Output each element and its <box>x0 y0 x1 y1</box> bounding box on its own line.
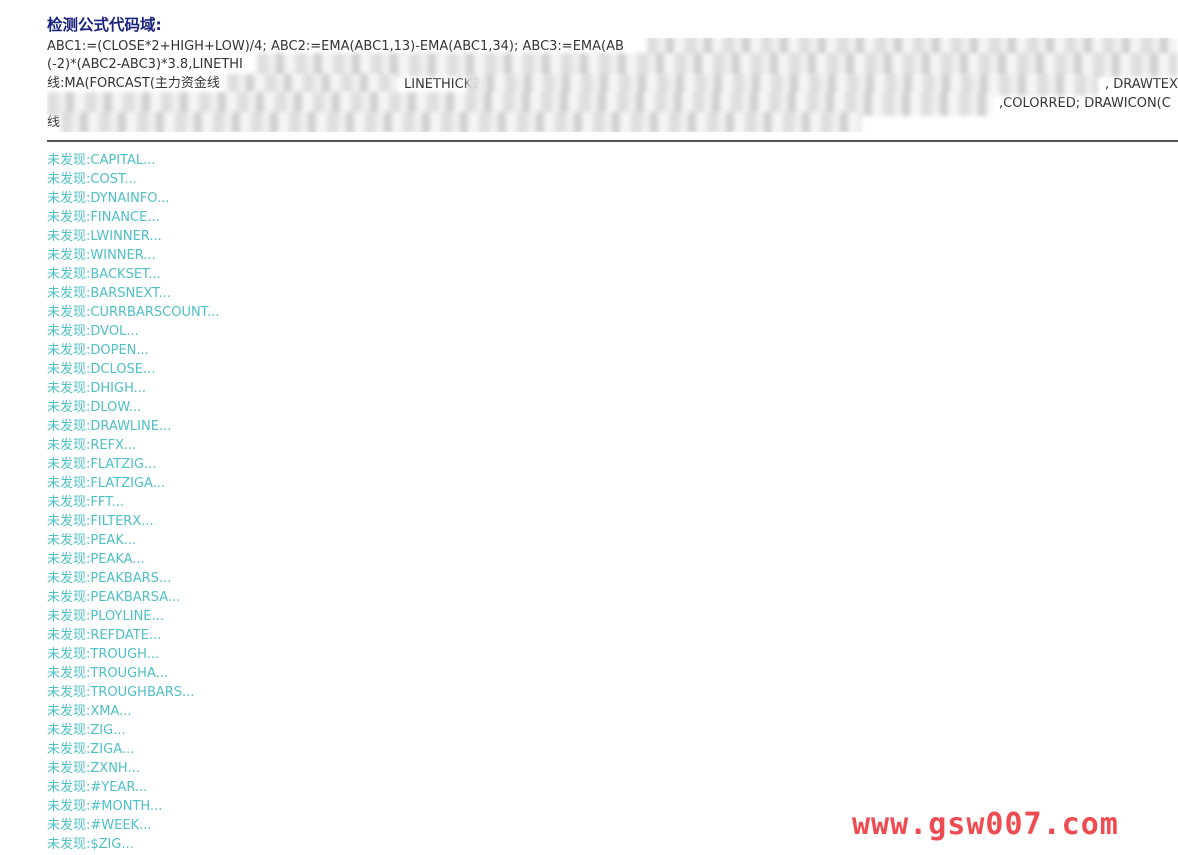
result-item: 未发现:TROUGH... <box>47 647 160 662</box>
result-item: 未发现:REFDATE... <box>47 628 162 643</box>
result-item: 未发现:BARSNEXT... <box>47 286 171 301</box>
result-item: 未发现:CURRBARSCOUNT... <box>47 305 220 320</box>
result-item: 未发现:BACKSET... <box>47 267 161 282</box>
result-item: 未发现:PLOYLINE... <box>47 609 164 624</box>
result-item: 未发现:ZXNH... <box>47 761 140 776</box>
result-item: 未发现:DVOL... <box>47 324 139 339</box>
result-item: 未发现:PEAK... <box>47 533 137 548</box>
code-line: , DRAWTEXT <box>1105 77 1178 92</box>
result-item: 未发现:#WEEK... <box>47 818 152 833</box>
formula-code-block: ABC1:=(CLOSE*2+HIGH+LOW)/4; ABC2:=EMA(AB… <box>47 38 1178 132</box>
result-item: 未发现:FLATZIGA... <box>47 476 166 491</box>
result-item: 未发现:DOPEN... <box>47 343 149 358</box>
result-item: 未发现:REFX... <box>47 438 137 453</box>
result-item: 未发现:FINANCE... <box>47 210 160 225</box>
result-item: 未发现:FFT... <box>47 495 124 510</box>
result-item: 未发现:$ZIG... <box>47 837 134 852</box>
result-item: 未发现:#MONTH... <box>47 799 163 814</box>
result-item: 未发现:PEAKA... <box>47 552 145 567</box>
code-line: (-2)*(ABC2-ABC3)*3.8,LINETHI <box>47 57 243 72</box>
result-item: 未发现:COST... <box>47 172 137 187</box>
result-item: 未发现:DLOW... <box>47 400 142 415</box>
result-item: 未发现:WINNER... <box>47 248 156 263</box>
result-item: 未发现:FILTERX... <box>47 514 154 529</box>
result-item: 未发现:DYNAINFO... <box>47 191 170 206</box>
result-item: 未发现:LWINNER... <box>47 229 162 244</box>
result-item: 未发现:ZIG... <box>47 723 126 738</box>
result-item: 未发现:FLATZIG... <box>47 457 157 472</box>
result-item: 未发现:#YEAR... <box>47 780 148 795</box>
result-item: 未发现:PEAKBARS... <box>47 571 172 586</box>
result-item: 未发现:TROUGHA... <box>47 666 169 681</box>
result-item: 未发现:XMA... <box>47 704 132 719</box>
result-item: 未发现:TROUGHBARS... <box>47 685 195 700</box>
site-watermark: www.gsw007.com <box>852 807 1119 842</box>
code-line: 线:MA(FORCAST(主力资金线 <box>47 76 220 91</box>
scan-results-list: 未发现:CAPITAL... 未发现:COST... 未发现:DYNAINFO.… <box>47 151 219 854</box>
result-item: 未发现:DHIGH... <box>47 381 147 396</box>
result-item: 未发现:DCLOSE... <box>47 362 156 377</box>
page-title: 检测公式代码域: <box>47 16 162 34</box>
result-item: 未发现:ZIGA... <box>47 742 135 757</box>
redaction-blur <box>61 112 861 132</box>
divider <box>47 140 1178 142</box>
redaction-blur <box>227 74 397 94</box>
result-item: 未发现:CAPITAL... <box>47 153 156 168</box>
code-line: ,COLORRED; DRAWICON(C <box>999 96 1171 111</box>
code-line: 线 <box>47 115 61 130</box>
result-item: 未发现:DRAWLINE... <box>47 419 172 434</box>
result-item: 未发现:PEAKBARSA... <box>47 590 181 605</box>
